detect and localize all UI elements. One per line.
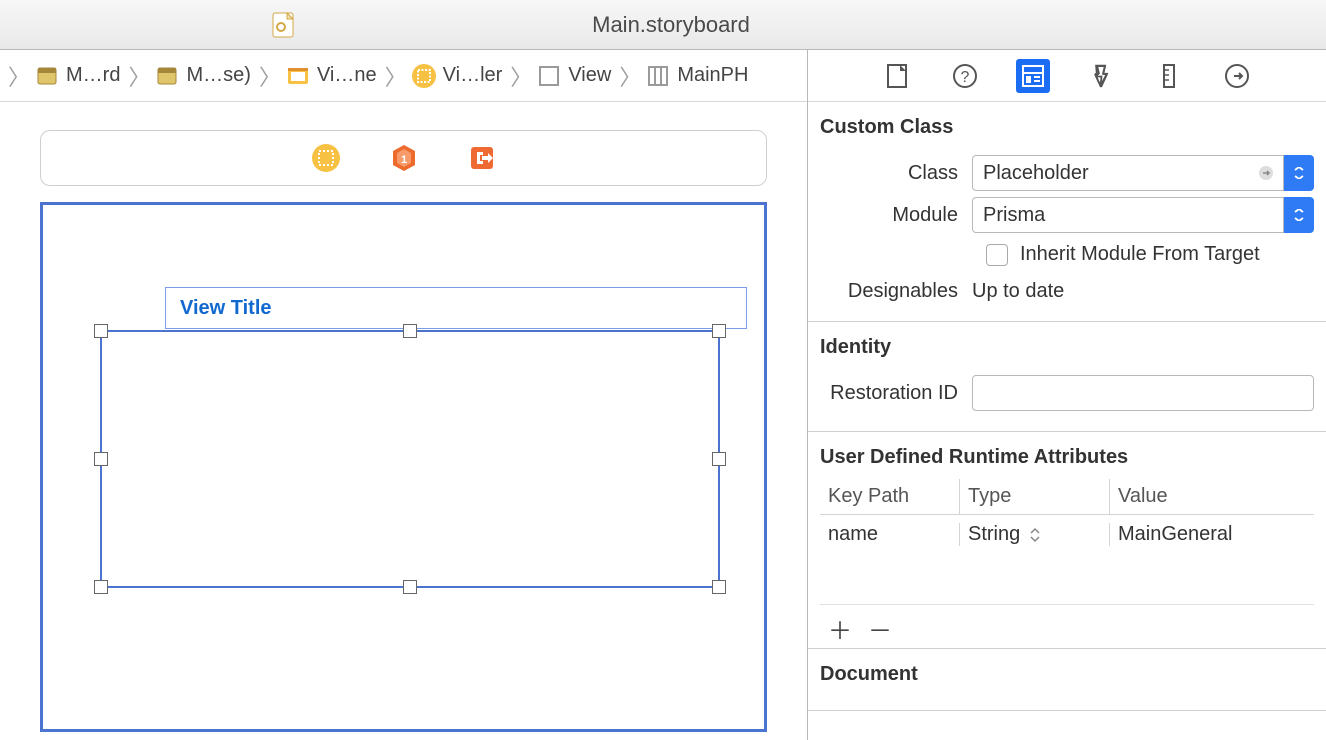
inspector-column: ? Custom Class Class Placeholder Module … [808, 50, 1326, 740]
section-heading: User Defined Runtime Attributes [820, 440, 1314, 479]
designables-label: Designables [820, 280, 972, 303]
restoration-id-field[interactable] [972, 375, 1314, 411]
crumb-storyboard-1[interactable]: M…rd〉 [34, 60, 152, 92]
custom-class-section: Custom Class Class Placeholder Module Pr… [808, 102, 1326, 322]
first-responder-icon[interactable]: 1 [389, 143, 419, 173]
udra-key-cell[interactable]: name [820, 523, 960, 546]
stepper-icon[interactable] [1030, 527, 1040, 543]
resize-handle[interactable] [712, 452, 726, 466]
section-heading: Identity [820, 330, 1314, 369]
crumb-label: Vi…ler [443, 64, 503, 87]
section-heading: Document [820, 657, 1314, 696]
storyboard-icon [34, 63, 60, 89]
udra-row[interactable]: name String MainGeneral [820, 515, 1314, 554]
crumb-label: M…se) [186, 64, 250, 87]
udra-type-cell[interactable]: String [960, 523, 1110, 546]
viewcontroller-icon[interactable] [311, 143, 341, 173]
jump-bar[interactable]: 〉 M…rd〉 M…se)〉 Vi…ne〉 Vi…ler〉 View〉 [0, 50, 807, 102]
exit-icon[interactable] [467, 143, 497, 173]
connections-inspector-tab[interactable] [1220, 59, 1254, 93]
inspector-tab-bar: ? [808, 50, 1326, 102]
svg-text:1: 1 [400, 154, 406, 166]
udra-section: User Defined Runtime Attributes Key Path… [808, 432, 1326, 649]
class-field[interactable]: Placeholder [972, 155, 1284, 191]
module-field[interactable]: Prisma [972, 197, 1284, 233]
inherit-module-label: Inherit Module From Target [1020, 243, 1260, 266]
udra-table: Key Path Type Value name String MainGene… [820, 479, 1314, 648]
designables-value: Up to date [972, 280, 1064, 303]
module-dropdown-button[interactable] [1284, 197, 1314, 233]
jump-arrow-icon[interactable] [1257, 164, 1275, 182]
udra-col-type[interactable]: Type [960, 479, 1110, 514]
help-inspector-tab[interactable]: ? [948, 59, 982, 93]
jump-bar-back[interactable]: 〉 [6, 60, 32, 92]
svg-text:?: ? [961, 69, 970, 86]
crumb-storyboard-2[interactable]: M…se)〉 [154, 60, 282, 92]
resize-handle[interactable] [403, 580, 417, 594]
udra-value-cell[interactable]: MainGeneral [1110, 523, 1314, 546]
crumb-label: View [568, 64, 611, 87]
scene-icon [285, 63, 311, 89]
crumb-label: M…rd [66, 64, 120, 87]
resize-handle[interactable] [712, 580, 726, 594]
udra-add-button[interactable]: ＋ [828, 611, 852, 646]
stackview-icon [645, 63, 671, 89]
canvas-column: 〉 M…rd〉 M…se)〉 Vi…ne〉 Vi…ler〉 View〉 [0, 50, 808, 740]
attributes-inspector-tab[interactable] [1084, 59, 1118, 93]
view-title-text: View Title [180, 297, 272, 320]
resize-handle[interactable] [94, 452, 108, 466]
window-title: Main.storyboard [592, 12, 750, 38]
udra-type-value: String [968, 523, 1020, 546]
resize-handle[interactable] [403, 324, 417, 338]
document-section: Document [808, 649, 1326, 711]
udra-remove-button[interactable]: － [868, 611, 892, 646]
resize-handle[interactable] [94, 324, 108, 338]
window-titlebar: Main.storyboard [0, 0, 1326, 50]
crumb-label: MainPH [677, 64, 748, 87]
class-label: Class [820, 162, 972, 185]
identity-section: Identity Restoration ID [808, 322, 1326, 432]
section-heading: Custom Class [820, 110, 1314, 149]
viewcontroller-icon [411, 63, 437, 89]
module-label: Module [820, 204, 972, 227]
class-value: Placeholder [983, 162, 1089, 185]
crumb-scene[interactable]: Vi…ne〉 [285, 60, 409, 92]
crumb-controller[interactable]: Vi…ler〉 [411, 60, 535, 92]
identity-inspector-tab[interactable] [1016, 59, 1050, 93]
view-title-label[interactable]: View Title [165, 287, 747, 329]
canvas[interactable]: 1 View Title [0, 102, 807, 740]
storyboard-icon [154, 63, 180, 89]
crumb-view[interactable]: View〉 [536, 60, 643, 92]
size-inspector-tab[interactable] [1152, 59, 1186, 93]
storyboard-file-icon [272, 12, 294, 38]
inherit-module-checkbox[interactable] [986, 244, 1008, 266]
crumb-placeholder[interactable]: MainPH [645, 63, 748, 89]
resize-handle[interactable] [712, 324, 726, 338]
class-dropdown-button[interactable] [1284, 155, 1314, 191]
crumb-label: Vi…ne [317, 64, 377, 87]
scene-toolbar: 1 [40, 130, 767, 186]
selection-box[interactable] [100, 330, 720, 588]
view-icon [536, 63, 562, 89]
module-value: Prisma [983, 204, 1045, 227]
udra-col-value[interactable]: Value [1110, 479, 1314, 514]
udra-col-key[interactable]: Key Path [820, 479, 960, 514]
resize-handle[interactable] [94, 580, 108, 594]
file-inspector-tab[interactable] [880, 59, 914, 93]
restoration-id-label: Restoration ID [820, 382, 972, 405]
